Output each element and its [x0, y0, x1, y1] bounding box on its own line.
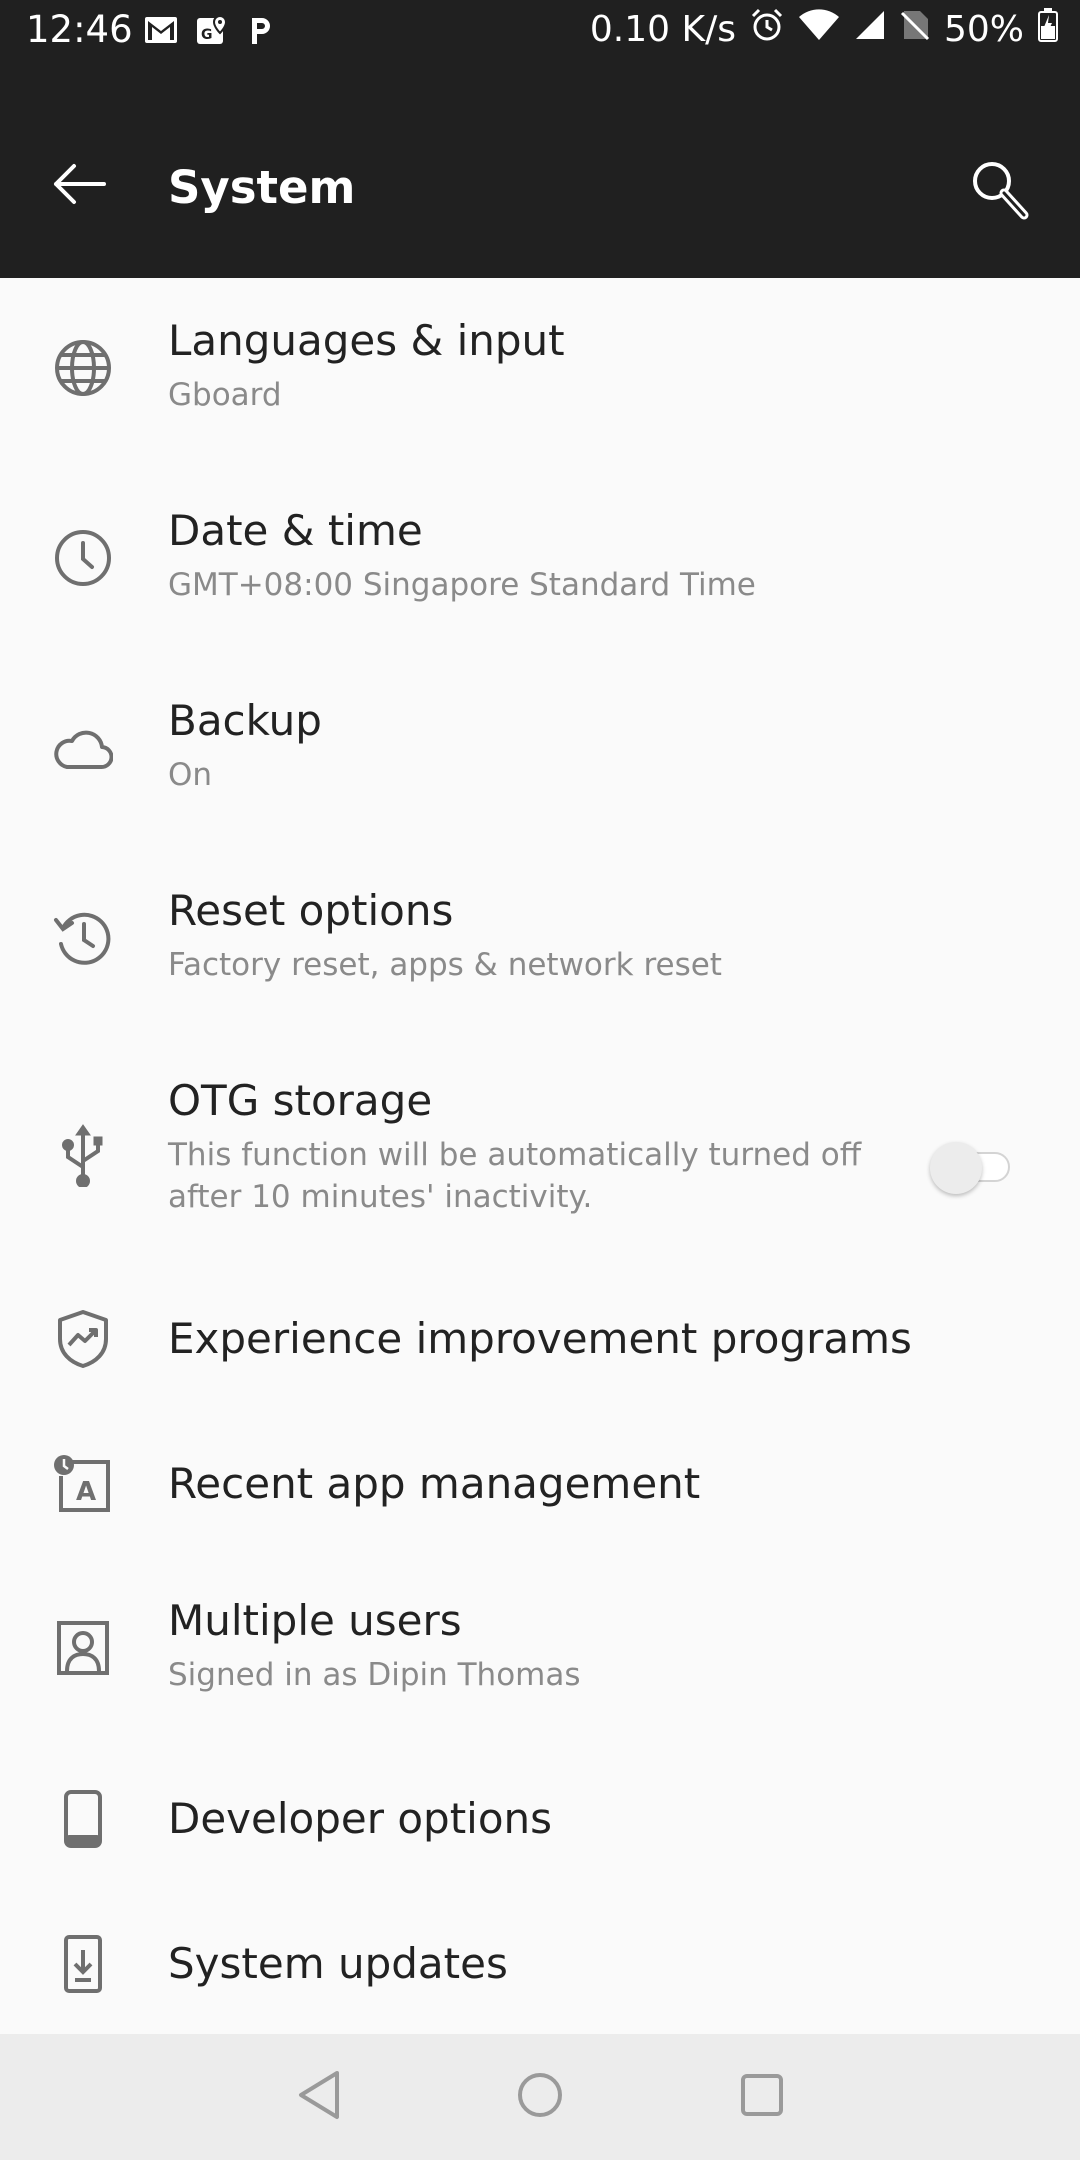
- search-icon: [970, 159, 1030, 225]
- nav-home-button[interactable]: [505, 2062, 575, 2132]
- nav-recents-button[interactable]: [727, 2062, 797, 2132]
- globe-icon: [48, 333, 118, 403]
- item-subtitle-line1: This function will be automatically turn…: [168, 1137, 862, 1173]
- item-subtitle: GMT+08:00 Singapore Standard Time: [168, 567, 756, 603]
- history-icon: [48, 903, 118, 973]
- item-title: System updates: [168, 1939, 508, 1988]
- search-button[interactable]: [960, 152, 1040, 232]
- battery-percent: 50%: [943, 9, 1024, 50]
- cell-signal-icon: [854, 9, 886, 50]
- item-subtitle: On: [168, 757, 213, 793]
- net-speed: 0.10 K/s: [589, 9, 736, 50]
- notification-icons: G: [144, 14, 274, 50]
- item-subtitle: Factory reset, apps & network reset: [168, 947, 722, 983]
- list-item-otg-storage[interactable]: OTG storage This function will be automa…: [0, 1038, 1080, 1268]
- no-sim-icon: [900, 9, 930, 50]
- otg-storage-toggle[interactable]: [930, 1142, 1016, 1194]
- google-maps-icon: G: [196, 14, 228, 50]
- item-title: Reset options: [168, 886, 454, 935]
- item-title: Multiple users: [168, 1596, 462, 1645]
- list-item-developer-options[interactable]: Developer options: [0, 1748, 1080, 1893]
- item-title: Recent app management: [168, 1459, 701, 1508]
- gmail-icon: [144, 16, 178, 48]
- status-time: 12:46: [26, 8, 133, 51]
- page-title: System: [168, 161, 356, 214]
- item-title: Date & time: [168, 506, 423, 555]
- list-item-system-updates[interactable]: System updates: [0, 1893, 1080, 2034]
- item-subtitle-line2: after 10 minutes' inactivity.: [168, 1179, 593, 1215]
- paytm-icon: [246, 14, 274, 50]
- back-triangle-icon: [295, 2069, 345, 2125]
- item-title: Developer options: [168, 1794, 553, 1843]
- item-title: Backup: [168, 696, 322, 745]
- clock-icon: [48, 523, 118, 593]
- system-update-icon: [48, 1929, 118, 1999]
- list-item-date-time[interactable]: Date & time GMT+08:00 Singapore Standard…: [0, 468, 1080, 658]
- usb-icon: [48, 1120, 118, 1190]
- list-item-recent-app-management[interactable]: A Recent app management: [0, 1413, 1080, 1558]
- shield-chart-icon: [48, 1304, 118, 1374]
- battery-icon: [1038, 8, 1058, 51]
- list-item-experience-improvement[interactable]: Experience improvement programs: [0, 1268, 1080, 1413]
- home-circle-icon: [515, 2070, 565, 2124]
- arrow-back-icon: [52, 162, 108, 210]
- toggle-thumb: [930, 1142, 982, 1194]
- status-bar: 12:46 G 0.10 K/s 50%: [0, 0, 1080, 64]
- wifi-icon: [798, 9, 840, 50]
- phone-icon: [48, 1784, 118, 1854]
- alarm-icon: [750, 8, 784, 51]
- list-item-languages-input[interactable]: Languages & input Gboard: [0, 278, 1080, 468]
- item-title: OTG storage: [168, 1076, 433, 1125]
- list-item-reset-options[interactable]: Reset options Factory reset, apps & netw…: [0, 848, 1080, 1038]
- app-bar: System: [0, 64, 1080, 278]
- item-title: Experience improvement programs: [168, 1314, 912, 1363]
- svg-text:G: G: [201, 27, 213, 43]
- user-icon: [48, 1613, 118, 1683]
- item-subtitle: Signed in as Dipin Thomas: [168, 1657, 581, 1693]
- cloud-icon: [48, 713, 118, 783]
- back-button[interactable]: [40, 146, 120, 226]
- navigation-bar: [0, 2034, 1080, 2160]
- recent-app-icon: A: [48, 1449, 118, 1519]
- nav-back-button[interactable]: [285, 2062, 355, 2132]
- status-right: 0.10 K/s 50%: [590, 8, 1058, 51]
- svg-text:A: A: [76, 1477, 96, 1507]
- recents-square-icon: [739, 2072, 785, 2122]
- list-item-multiple-users[interactable]: Multiple users Signed in as Dipin Thomas: [0, 1558, 1080, 1748]
- item-title: Languages & input: [168, 316, 565, 365]
- list-item-backup[interactable]: Backup On: [0, 658, 1080, 848]
- item-subtitle: Gboard: [168, 377, 282, 413]
